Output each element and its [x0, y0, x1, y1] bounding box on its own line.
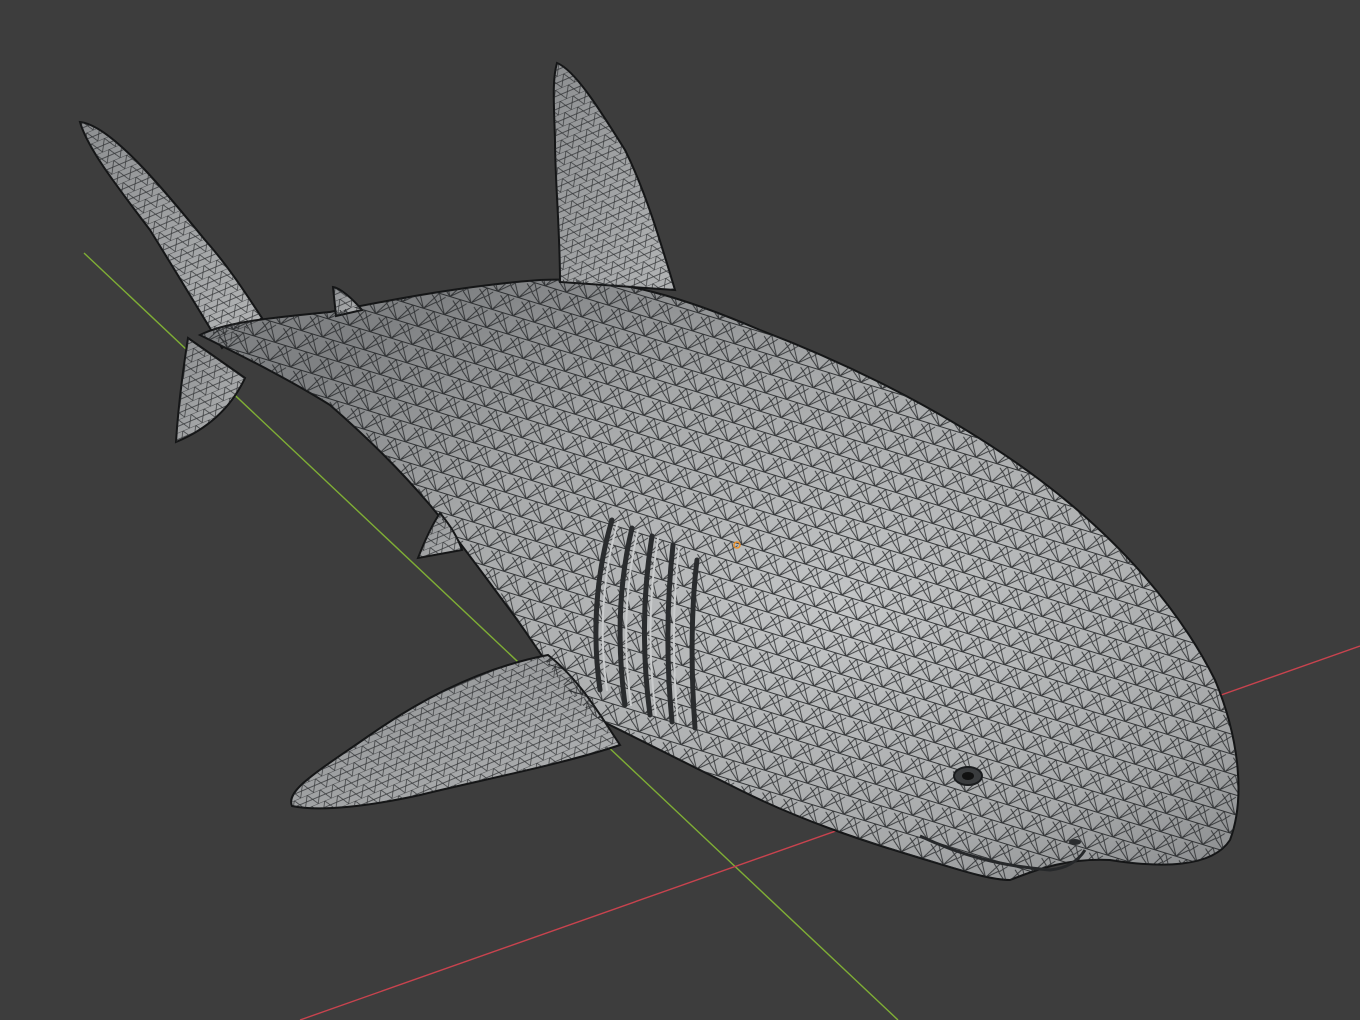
- 3d-viewport[interactable]: [0, 0, 1360, 1020]
- viewport-canvas[interactable]: [0, 0, 1360, 1020]
- eye-pupil: [962, 772, 974, 780]
- shark-nostril: [1069, 839, 1081, 845]
